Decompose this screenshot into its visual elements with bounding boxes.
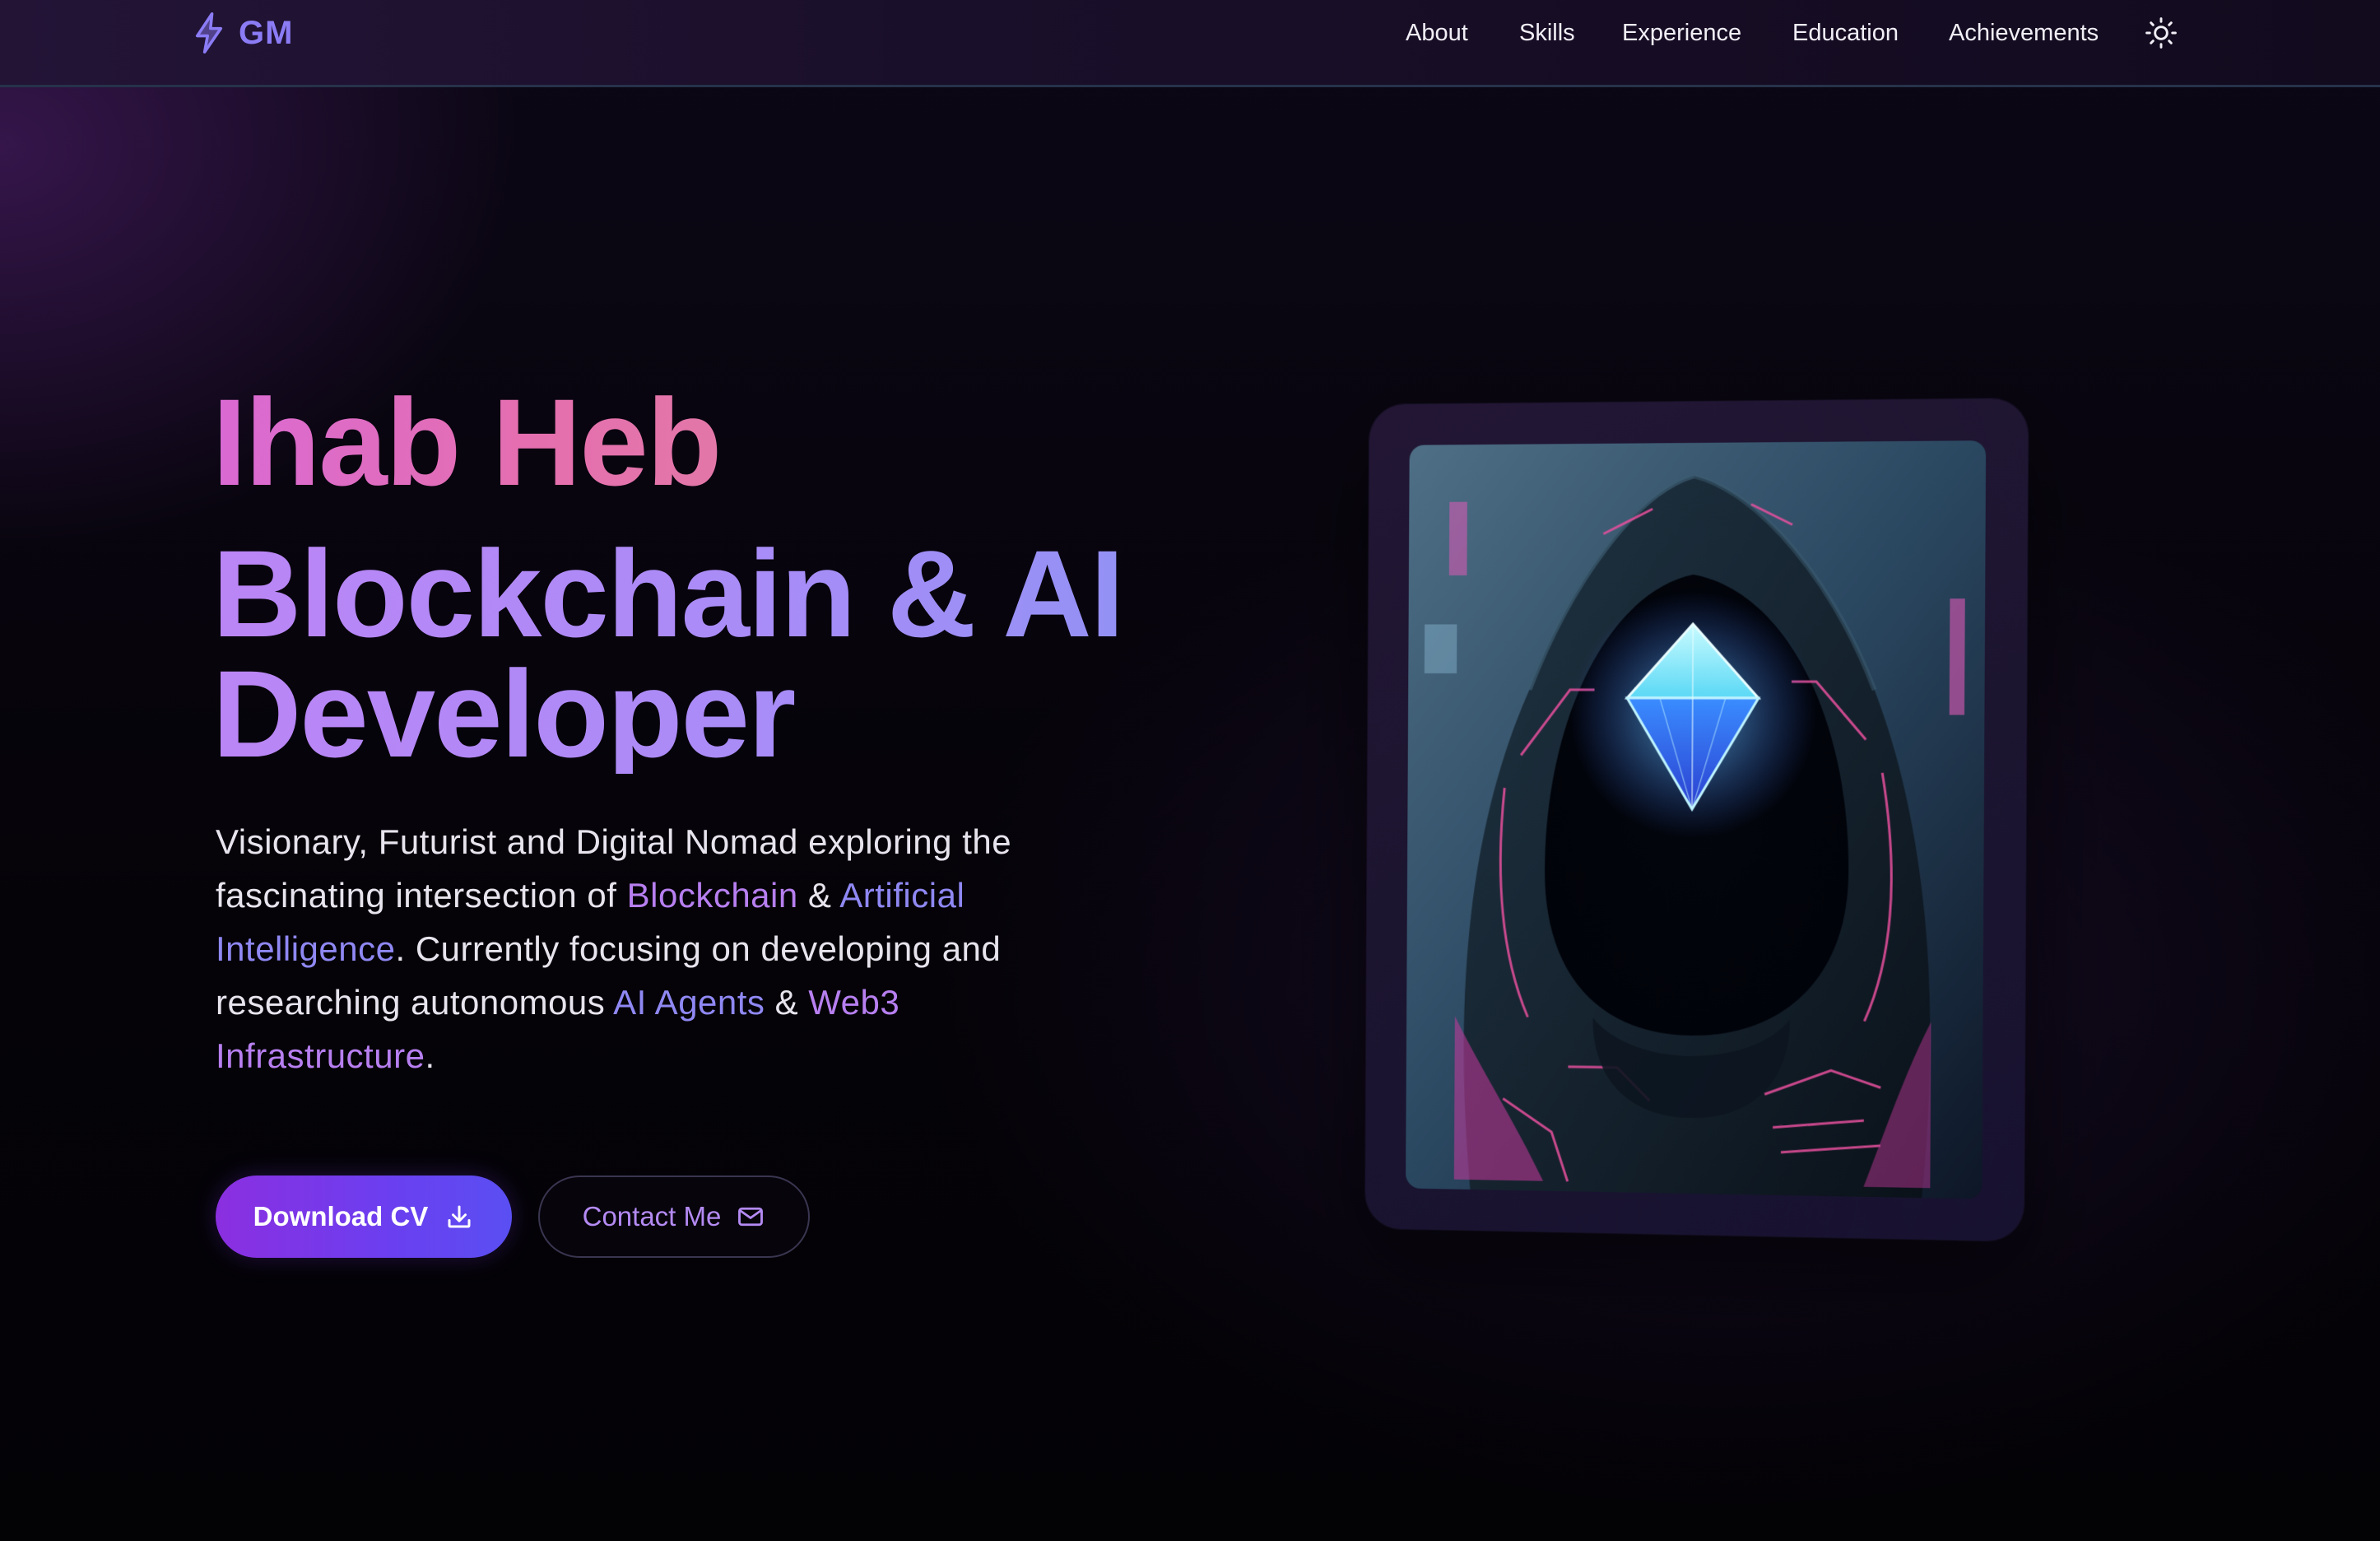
nav-link-education[interactable]: Education (1792, 12, 1899, 54)
hero-role: Blockchain & AI Developer (212, 533, 1200, 774)
desc-text-5: . (425, 1036, 435, 1075)
download-icon (448, 1205, 471, 1228)
hero-description: Visionary, Futurist and Digital Nomad ex… (216, 815, 1104, 1082)
download-cv-label: Download CV (253, 1201, 429, 1231)
hero-role-line2: Developer (212, 645, 795, 783)
nav-link-skills[interactable]: Skills (1519, 12, 1575, 54)
highlight-blockchain: Blockchain (626, 876, 798, 915)
nav-link-experience[interactable]: Experience (1622, 12, 1741, 54)
download-cv-button[interactable]: Download CV (216, 1176, 512, 1258)
brand-logo-link[interactable]: GM (191, 12, 293, 54)
desc-text-2: & (797, 876, 840, 915)
portrait-card (1365, 398, 2029, 1242)
top-navbar: GM About Skills Experience Education Ach… (0, 0, 2380, 87)
contact-me-label: Contact Me (582, 1201, 722, 1231)
nav-link-achievements[interactable]: Achievements (1949, 12, 2099, 54)
hero-name: Ihab Heb (212, 373, 722, 511)
hero-role-line1: Blockchain & AI (212, 524, 1123, 663)
contact-me-button[interactable]: Contact Me (538, 1176, 810, 1258)
desc-text-4: & (765, 983, 809, 1022)
sun-icon (2145, 17, 2177, 49)
theme-toggle-button[interactable] (2143, 15, 2179, 51)
hooded-figure-diamond-portrait (1406, 440, 1987, 1199)
lightning-bolt-icon (195, 12, 223, 54)
nav-link-about[interactable]: About (1406, 12, 1468, 54)
mail-icon (738, 1207, 764, 1227)
highlight-ai-agents: AI Agents (613, 983, 765, 1022)
brand-text: GM (239, 14, 294, 51)
